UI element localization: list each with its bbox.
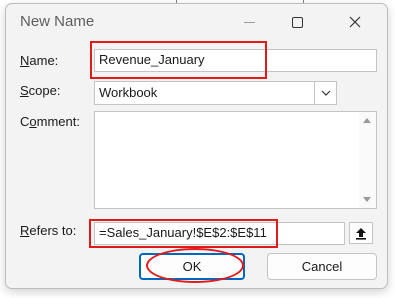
scroll-up-icon[interactable]: [363, 118, 371, 123]
ok-highlight-ellipse: [146, 248, 244, 283]
new-name-dialog: New Name Name: Revenue_January Scope: Wo…: [5, 3, 388, 289]
refers-to-label: Refers to:: [20, 223, 77, 238]
dialog-title: New Name: [20, 13, 95, 30]
upload-arrow-icon: [356, 227, 366, 240]
cancel-button[interactable]: Cancel: [267, 253, 377, 280]
chevron-down-icon: [321, 90, 330, 96]
maximize-button[interactable]: [275, 7, 319, 37]
maximize-icon: [291, 16, 303, 28]
refers-to-highlight-box: [89, 219, 278, 248]
collapse-dialog-button[interactable]: [349, 222, 373, 244]
minimize-icon: [243, 21, 255, 23]
close-button[interactable]: [333, 7, 377, 37]
scope-dropdown-button[interactable]: [314, 82, 336, 104]
scope-value: Workbook: [99, 85, 158, 100]
name-highlight-box: [90, 41, 267, 79]
scope-dropdown[interactable]: Workbook: [94, 81, 337, 105]
comment-scrollbar[interactable]: [359, 112, 376, 208]
comment-textarea[interactable]: [94, 111, 377, 209]
minimize-button[interactable]: [227, 7, 271, 37]
cancel-label: Cancel: [301, 259, 343, 274]
close-icon: [349, 16, 361, 28]
comment-label: Comment:: [20, 114, 80, 129]
scope-label: Scope:: [20, 83, 61, 98]
name-label: Name:: [20, 53, 59, 68]
title-bar: New Name: [6, 4, 387, 38]
scroll-down-icon[interactable]: [363, 197, 371, 202]
